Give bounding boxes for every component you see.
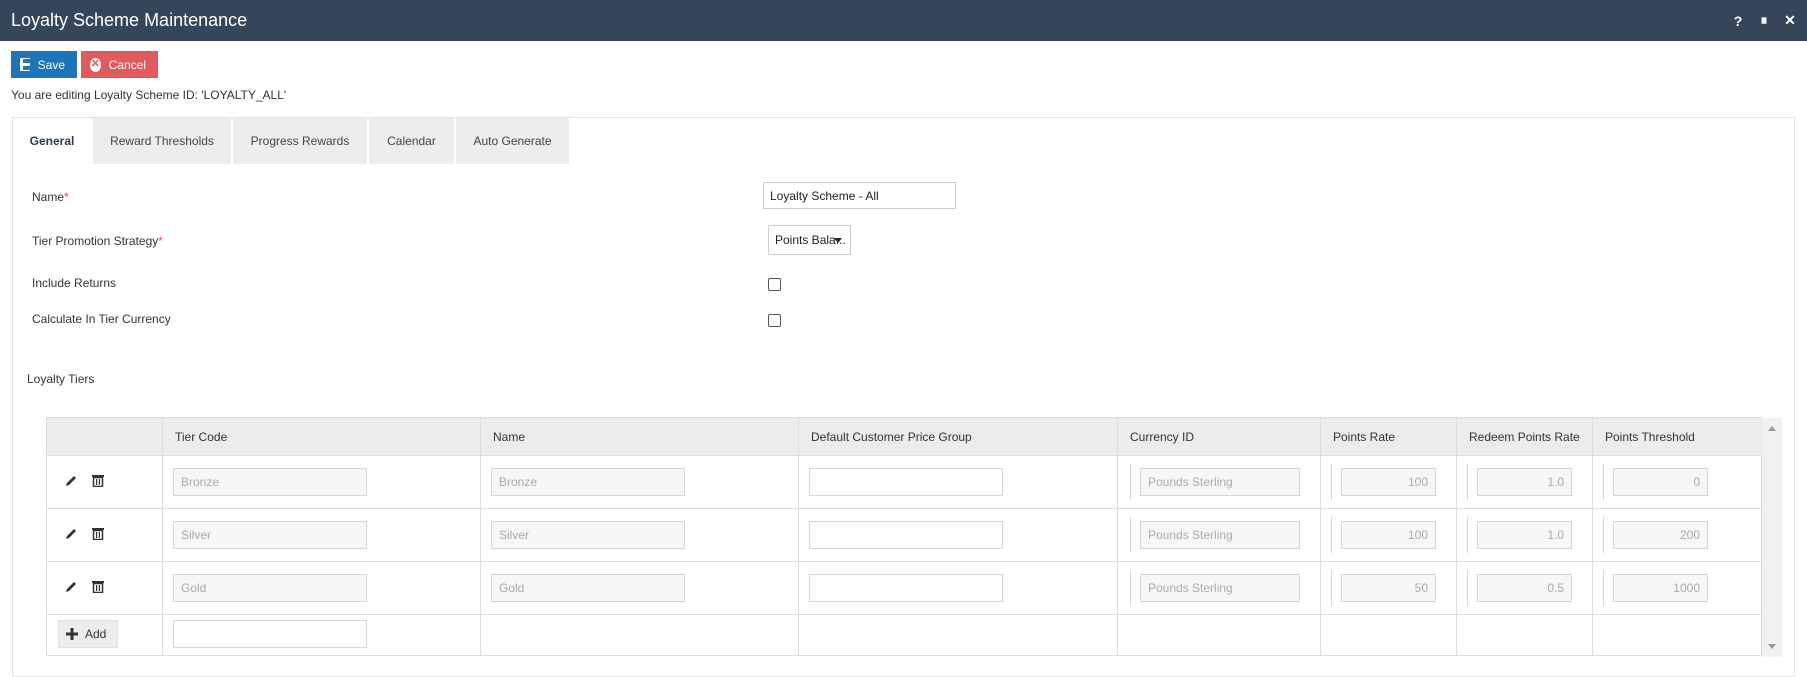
tier-name-input[interactable]: Gold bbox=[491, 574, 685, 602]
price-group-input[interactable] bbox=[809, 574, 1003, 602]
col-header-points-rate: Points Rate bbox=[1321, 418, 1457, 455]
dropdown-caret-icon bbox=[834, 238, 842, 243]
loyalty-tiers-title: Loyalty Tiers bbox=[27, 372, 95, 386]
pencil-icon[interactable] bbox=[65, 527, 78, 540]
scroll-up-icon[interactable] bbox=[1768, 426, 1776, 431]
tab-progress-rewards[interactable]: Progress Rewards bbox=[233, 118, 367, 164]
col-header-points-threshold: Points Threshold bbox=[1605, 429, 1695, 444]
redeem-rate-input[interactable]: 1.0 bbox=[1477, 468, 1572, 496]
price-group-input[interactable] bbox=[809, 468, 1003, 496]
floppy-disk-icon bbox=[20, 58, 30, 71]
tier-code-input[interactable]: Silver bbox=[173, 521, 367, 549]
add-tier-button[interactable]: Add bbox=[58, 620, 118, 648]
currency-input[interactable]: Pounds Sterling bbox=[1140, 468, 1300, 496]
table-row: Gold Gold Pounds Sterling 50 0.5 1000 bbox=[47, 562, 1763, 615]
tab-general[interactable]: General bbox=[13, 118, 91, 164]
points-rate-input[interactable]: 50 bbox=[1341, 574, 1436, 602]
pause-icon[interactable]: ⏸ bbox=[1758, 12, 1770, 29]
points-threshold-input[interactable]: 0 bbox=[1613, 468, 1708, 496]
save-button[interactable]: Save bbox=[11, 51, 77, 78]
tier-name-input[interactable]: Bronze bbox=[491, 468, 685, 496]
toolbar: Save ✕ Cancel bbox=[11, 51, 158, 78]
required-marker: * bbox=[64, 190, 69, 204]
tab-reward-thresholds[interactable]: Reward Thresholds bbox=[93, 118, 231, 164]
calculate-tier-currency-checkbox[interactable] bbox=[768, 314, 781, 327]
window-title: Loyalty Scheme Maintenance bbox=[11, 10, 248, 30]
name-input[interactable] bbox=[763, 182, 956, 209]
tab-bar: General Reward Thresholds Progress Rewar… bbox=[13, 118, 571, 164]
col-header-currency: Currency ID bbox=[1118, 418, 1321, 455]
add-tier-label: Add bbox=[85, 627, 107, 641]
plus-icon bbox=[66, 628, 78, 640]
help-icon[interactable]: ? bbox=[1732, 13, 1744, 29]
table-row: Bronze Bronze Pounds Sterling 100 1.0 0 bbox=[47, 456, 1763, 509]
save-button-label: Save bbox=[37, 57, 65, 72]
grid-scrollbar[interactable] bbox=[1762, 418, 1782, 657]
grid-header-row: Tier Code Name Default Customer Price Gr… bbox=[47, 418, 1763, 456]
cancel-button-label: Cancel bbox=[108, 57, 146, 72]
points-rate-input[interactable]: 100 bbox=[1341, 468, 1436, 496]
col-header-name: Name bbox=[481, 418, 799, 455]
loyalty-tiers-grid: Tier Code Name Default Customer Price Gr… bbox=[46, 417, 1782, 657]
tier-promotion-strategy-select[interactable]: Points Bala... bbox=[768, 225, 851, 255]
close-icon[interactable]: ✕ bbox=[1784, 12, 1796, 29]
redeem-rate-input[interactable]: 0.5 bbox=[1477, 574, 1572, 602]
points-threshold-input[interactable]: 1000 bbox=[1613, 574, 1708, 602]
price-group-input[interactable] bbox=[809, 521, 1003, 549]
add-row: Add bbox=[47, 615, 1763, 656]
actions-header bbox=[47, 418, 163, 455]
name-label: Name* bbox=[32, 190, 69, 204]
editing-info: You are editing Loyalty Scheme ID: 'LOYA… bbox=[11, 88, 287, 102]
cancel-button[interactable]: ✕ Cancel bbox=[81, 51, 158, 78]
tier-code-input[interactable]: Gold bbox=[173, 574, 367, 602]
tier-name-input[interactable]: Silver bbox=[491, 521, 685, 549]
tab-panel: General Reward Thresholds Progress Rewar… bbox=[12, 117, 1795, 677]
required-marker: * bbox=[158, 234, 163, 248]
calculate-tier-currency-label: Calculate In Tier Currency bbox=[32, 312, 171, 326]
new-tier-code-input[interactable] bbox=[173, 620, 367, 648]
include-returns-checkbox[interactable] bbox=[768, 278, 781, 291]
redeem-rate-input[interactable]: 1.0 bbox=[1477, 521, 1572, 549]
window-titlebar: Loyalty Scheme Maintenance ? ⏸ ✕ bbox=[0, 0, 1807, 41]
table-row: Silver Silver Pounds Sterling 100 1.0 20… bbox=[47, 509, 1763, 562]
pencil-icon[interactable] bbox=[65, 474, 78, 487]
tab-calendar[interactable]: Calendar bbox=[369, 118, 454, 164]
window-controls: ? ⏸ ✕ bbox=[1732, 12, 1796, 29]
tier-code-input[interactable]: Bronze bbox=[173, 468, 367, 496]
trash-icon[interactable] bbox=[92, 474, 104, 487]
trash-icon[interactable] bbox=[92, 527, 104, 540]
col-header-redeem-rate: Redeem Points Rate bbox=[1457, 418, 1593, 455]
scroll-down-icon[interactable] bbox=[1768, 644, 1776, 649]
currency-input[interactable]: Pounds Sterling bbox=[1140, 574, 1300, 602]
points-rate-input[interactable]: 100 bbox=[1341, 521, 1436, 549]
points-threshold-input[interactable]: 200 bbox=[1613, 521, 1708, 549]
tier-promotion-strategy-label: Tier Promotion Strategy* bbox=[32, 234, 163, 248]
include-returns-label: Include Returns bbox=[32, 276, 117, 290]
cancel-circle-icon: ✕ bbox=[90, 57, 101, 72]
col-header-price-group: Default Customer Price Group bbox=[799, 418, 1118, 455]
col-header-tier-code: Tier Code bbox=[163, 418, 481, 455]
trash-icon[interactable] bbox=[92, 580, 104, 593]
tab-auto-generate[interactable]: Auto Generate bbox=[456, 118, 569, 164]
pencil-icon[interactable] bbox=[65, 580, 78, 593]
currency-input[interactable]: Pounds Sterling bbox=[1140, 521, 1300, 549]
